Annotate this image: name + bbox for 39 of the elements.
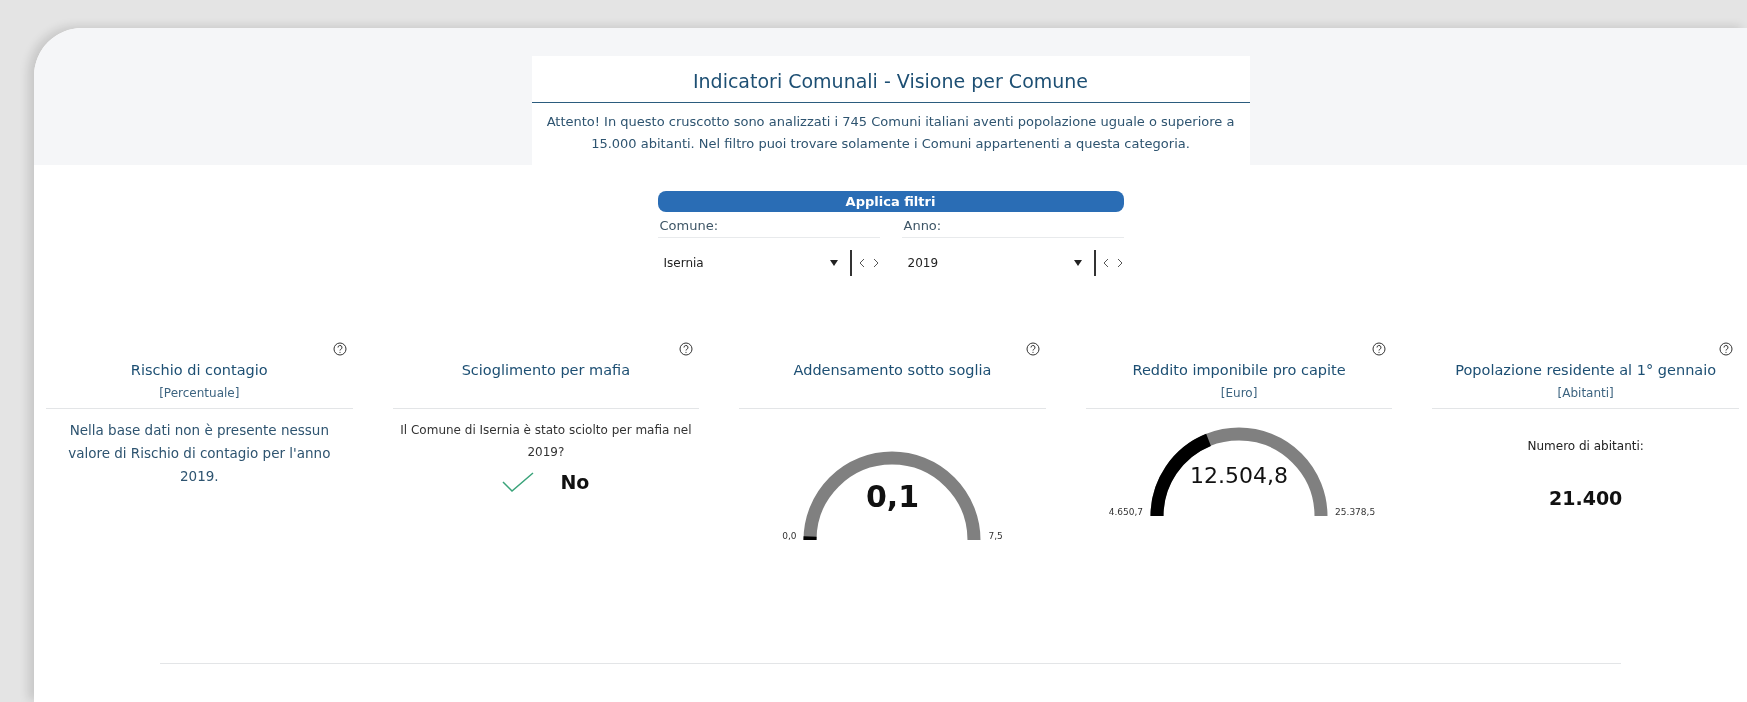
help-icon[interactable] [1025, 342, 1040, 356]
gauge-value: 0,1 [864, 479, 921, 514]
check-icon [502, 472, 535, 492]
filter-header[interactable]: Applica filtri [657, 191, 1124, 212]
chevron-left-icon[interactable] [857, 258, 866, 268]
dropdown-caret-icon [1074, 260, 1082, 266]
dropdown-caret-icon [830, 260, 838, 266]
indicator-title: Popolazione residente al 1° gennaio [1455, 361, 1717, 378]
unit-label: [Percentuale] [159, 385, 240, 400]
filter-select[interactable]: Isernia [657, 250, 844, 276]
help-icon[interactable] [679, 342, 694, 356]
gauge-fill [804, 536, 818, 541]
answer-text: No [560, 471, 590, 493]
chevron-right-icon[interactable] [1115, 258, 1124, 268]
help-icon[interactable] [1372, 342, 1387, 356]
indicator-title: Scioglimento per mafia [461, 361, 631, 378]
help-icon[interactable] [1718, 342, 1733, 356]
filter-select[interactable]: 2019 [901, 250, 1088, 276]
population-value: 21.400 [1549, 486, 1623, 509]
unit-label: [Euro] [1220, 385, 1258, 400]
gauge-max-label: 7,5 [988, 531, 1003, 541]
indicator-title: Reddito imponibile pro capite [1132, 361, 1346, 378]
chevron-left-icon[interactable] [1101, 258, 1110, 268]
no-data-message: Nella base dati non è presente nessun valore di Rischio di contagio per l'anno 2019. [67, 421, 332, 486]
gauge-min-label: 4.650,7 [1108, 507, 1144, 517]
value-caption: Numero di abitanti: [1527, 438, 1644, 453]
help-icon[interactable] [332, 342, 347, 356]
gauge-max-label: 25.378,5 [1335, 507, 1376, 517]
unit-label: [Abitanti] [1557, 385, 1614, 400]
notice-text: Attento! In questo cruscotto sono analizzati i 745 Comuni italiani aventi popolazione uguale o superiore a 15.000 abitanti. Nel filtro puoi trovare solamente i Comuni appartenenti a questa categoria. [545, 113, 1236, 153]
question-text: Il Comune di Isernia è stato sciolto per mafia nel 2019? [399, 422, 693, 461]
chevron-right-icon[interactable] [871, 258, 880, 268]
filter-label: Comune: [657, 212, 880, 238]
filter-label: Anno: [901, 212, 1124, 238]
dashboard-title: Indicatori Comunali - Visione per Comune [531, 56, 1250, 103]
indicator-title: Addensamento sotto soglia [793, 361, 992, 378]
gauge-min-label: 0,0 [782, 531, 797, 541]
indicator-title: Rischio di contagio [130, 361, 268, 378]
gauge-value: 12.504,8 [1189, 463, 1290, 488]
